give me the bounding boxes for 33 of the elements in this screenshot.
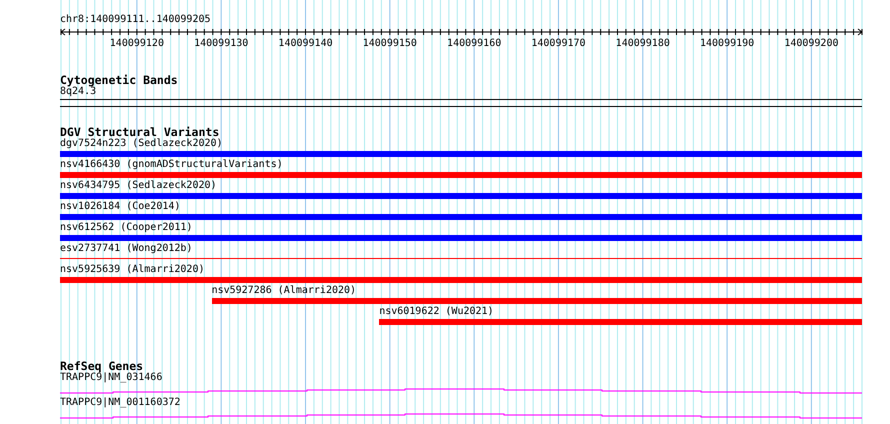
gene-label: TRAPPC9|NM_001160372: [60, 397, 182, 409]
ruler-label: 140099120: [110, 38, 164, 49]
variant-bar[interactable]: [60, 151, 862, 157]
variant-label: nsv1026184 (Coe2014): [60, 201, 182, 213]
variant-bar[interactable]: [60, 193, 862, 199]
ruler-label: 140099190: [700, 38, 754, 49]
variant-bar[interactable]: [60, 235, 862, 241]
variant-label: nsv6019622 (Wu2021): [379, 306, 495, 318]
ruler-label: 140099160: [447, 38, 502, 49]
variant-label: nsv5927286 (Almarri2020): [212, 285, 358, 297]
track-title: Cytogenetic Bands: [60, 74, 179, 86]
ruler-label: 140099200: [784, 38, 838, 49]
ruler-label: 140099130: [194, 38, 248, 49]
ruler-label: 140099180: [616, 38, 670, 49]
variant-label: dgv7524n223 (Sedlazeck2020): [60, 138, 224, 150]
ruler-label: 140099150: [362, 38, 417, 49]
variant-label: nsv5925639 (Almarri2020): [60, 264, 206, 276]
track-title: RefSeq Genes: [60, 360, 144, 372]
variant-bar[interactable]: [60, 277, 862, 283]
variant-label: nsv612562 (Cooper2011): [60, 222, 194, 234]
variant-label: nsv6434795 (Sedlazeck2020): [60, 180, 218, 192]
variant-bar[interactable]: [60, 214, 862, 220]
ruler-label: 140099140: [278, 38, 333, 49]
ruler-label: 140099170: [531, 38, 586, 49]
region-label: chr8:140099111..140099205: [60, 14, 212, 26]
variant-bar[interactable]: [212, 298, 862, 304]
variant-bar[interactable]: [60, 172, 862, 178]
variant-bar[interactable]: [379, 319, 862, 325]
band-label: 8q24.3: [60, 86, 96, 98]
gene-label: TRAPPC9|NM_031466: [60, 372, 164, 384]
variant-label: nsv4166430 (gnomADStructuralVariants): [60, 159, 284, 171]
track-title: DGV Structural Variants: [60, 126, 220, 138]
variant-label: esv2737741 (Wong2012b): [60, 243, 194, 255]
